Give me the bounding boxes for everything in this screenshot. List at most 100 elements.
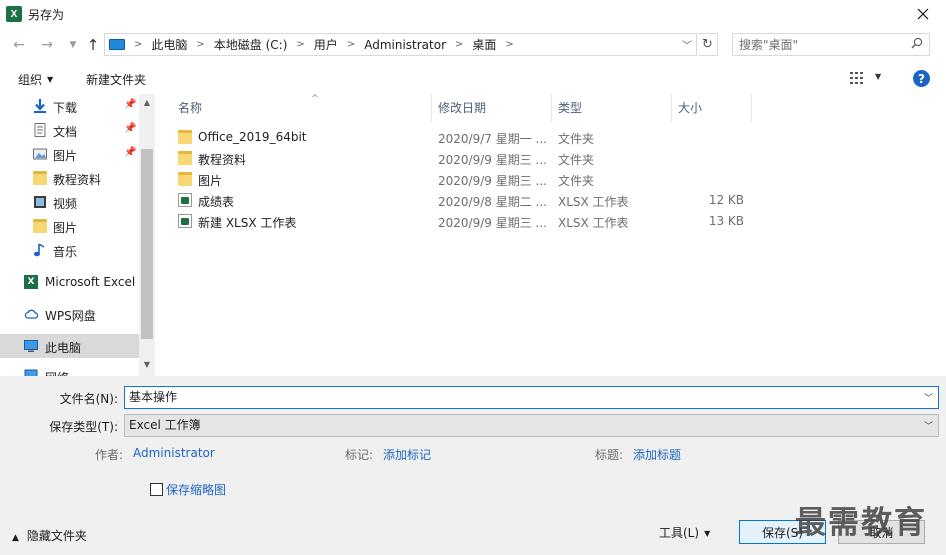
author-label: 作者: xyxy=(95,448,124,462)
file-type: 文件夹 xyxy=(558,174,595,188)
breadcrumb-item[interactable]: 桌面 xyxy=(472,36,496,53)
file-name: 教程资料 xyxy=(198,153,247,167)
view-options-icon[interactable] xyxy=(850,72,866,84)
tags-label: 标记: xyxy=(345,448,374,462)
scroll-down-icon[interactable]: ▼ xyxy=(139,360,155,369)
hide-folders-label: 隐藏文件夹 xyxy=(26,529,87,543)
folder-icon xyxy=(178,151,192,165)
sidebar-item-wps-cloud[interactable]: WPS网盘 xyxy=(0,302,139,326)
breadcrumb-item[interactable]: 此电脑 xyxy=(151,36,187,53)
cloud-icon xyxy=(24,309,38,319)
close-icon xyxy=(917,8,929,20)
organize-button[interactable]: 组织 ▼ xyxy=(18,71,53,88)
back-button[interactable]: ← xyxy=(10,36,28,54)
up-button[interactable]: ↑ xyxy=(84,36,102,54)
breadcrumb-item[interactable]: 本地磁盘 (C:) xyxy=(214,36,288,53)
breadcrumb-separator-icon[interactable]: > xyxy=(196,39,204,50)
caret-down-icon[interactable]: ▼ xyxy=(875,72,881,81)
breadcrumb-item[interactable]: 用户 xyxy=(314,36,338,53)
breadcrumb-separator-icon[interactable]: > xyxy=(347,39,355,50)
breadcrumb-separator-icon[interactable]: > xyxy=(296,39,304,50)
sidebar-item-label: 此电脑 xyxy=(45,341,82,355)
sidebar-item-label: WPS网盘 xyxy=(45,309,96,323)
column-header-size[interactable]: 大小 xyxy=(672,94,752,122)
sidebar-item-documents[interactable]: 文档 📌 xyxy=(0,118,139,142)
sidebar-item-label: 音乐 xyxy=(53,245,78,259)
address-bar[interactable]: > 此电脑 > 本地磁盘 (C:) > 用户 > Administrator >… xyxy=(104,33,697,56)
save-thumbnail-label[interactable]: 保存缩略图 xyxy=(166,481,226,498)
sidebar-item-pictures-folder[interactable]: 图片 xyxy=(0,214,139,238)
filename-value: 基本操作 xyxy=(129,390,178,404)
column-header-name[interactable]: 名称 ^ xyxy=(172,94,432,122)
file-date: 2020/9/9 星期三 ... xyxy=(438,174,547,188)
sidebar-item-videos[interactable]: 视频 xyxy=(0,190,139,214)
scroll-up-icon[interactable]: ▲ xyxy=(139,98,155,107)
file-type: XLSX 工作表 xyxy=(558,216,629,230)
recent-locations-button[interactable]: ▼ xyxy=(64,36,82,54)
sidebar-item-downloads[interactable]: 下载 📌 xyxy=(0,94,139,118)
window-title: 另存为 xyxy=(28,8,65,22)
file-row[interactable]: 新建 XLSX 工作表 2020/9/9 星期三 ... XLSX 工作表 13… xyxy=(172,211,752,232)
file-row[interactable]: 教程资料 2020/9/9 星期三 ... 文件夹 xyxy=(172,148,752,169)
new-folder-button[interactable]: 新建文件夹 xyxy=(86,71,146,88)
excel-icon: X xyxy=(24,275,38,289)
column-header-date[interactable]: 修改日期 xyxy=(432,94,552,122)
chevron-down-icon[interactable]: ﹀ xyxy=(924,389,933,410)
excel-icon: X xyxy=(6,6,22,22)
hide-folders-button[interactable]: ▲ 隐藏文件夹 xyxy=(12,527,87,544)
tools-button[interactable]: 工具(L) ▼ xyxy=(659,524,710,541)
breadcrumb-separator-icon[interactable]: > xyxy=(455,39,463,50)
sidebar-item-excel[interactable]: X Microsoft Excel xyxy=(0,270,139,294)
file-date: 2020/9/9 星期三 ... xyxy=(438,216,547,230)
file-name: 新建 XLSX 工作表 xyxy=(198,216,297,230)
file-type: XLSX 工作表 xyxy=(558,195,629,209)
sidebar-item-label: 视频 xyxy=(53,197,78,211)
sidebar-item-label: 文档 xyxy=(53,125,78,139)
file-type: 文件夹 xyxy=(558,153,595,167)
computer-icon xyxy=(24,340,38,352)
tags-value[interactable]: 添加标记 xyxy=(383,446,431,463)
filename-input[interactable]: 基本操作 ﹀ xyxy=(124,386,939,409)
sidebar-item-tutorials[interactable]: 教程资料 xyxy=(0,166,139,190)
file-list: 名称 ^ 修改日期 类型 大小 Office_2019_64bit 2020/9… xyxy=(158,94,946,376)
file-row[interactable]: 图片 2020/9/9 星期三 ... 文件夹 xyxy=(172,169,752,190)
sidebar-item-label: 网络 xyxy=(45,369,69,376)
search-placeholder: 搜索"桌面" xyxy=(739,38,799,52)
chevron-down-icon: ﹀ xyxy=(923,422,933,432)
refresh-button[interactable]: ↻ xyxy=(698,33,718,56)
navigation-bar: ← → ▼ ↑ > 此电脑 > 本地磁盘 (C:) > 用户 > Adminis… xyxy=(0,28,946,62)
pin-icon[interactable]: 📌 xyxy=(124,147,136,158)
scrollbar-thumb[interactable] xyxy=(141,149,153,339)
sidebar-item-music[interactable]: 音乐 xyxy=(0,238,139,262)
search-input[interactable]: 搜索"桌面" xyxy=(732,33,930,56)
file-size: 13 KB xyxy=(708,214,744,228)
sidebar-item-network[interactable]: 网络 xyxy=(0,364,139,376)
chevron-down-icon[interactable]: ﹀ xyxy=(682,37,692,52)
title-label: 标题: xyxy=(595,448,624,462)
column-header-type[interactable]: 类型 xyxy=(552,94,672,122)
forward-button[interactable]: → xyxy=(38,36,56,54)
sidebar-item-this-pc[interactable]: 此电脑 xyxy=(0,334,139,358)
author-value[interactable]: Administrator xyxy=(133,446,215,460)
file-name: 图片 xyxy=(198,174,223,188)
sidebar-item-pictures[interactable]: 图片 📌 xyxy=(0,142,139,166)
filetype-select[interactable]: Excel 工作簿 ﹀ xyxy=(124,414,939,437)
title-value[interactable]: 添加标题 xyxy=(633,446,681,463)
close-button[interactable] xyxy=(900,0,946,28)
chevron-down-icon: ▼ xyxy=(69,40,77,50)
save-thumbnail-checkbox[interactable] xyxy=(150,483,163,496)
breadcrumb-item[interactable]: Administrator xyxy=(364,38,446,52)
file-row[interactable]: 成绩表 2020/9/8 星期二 ... XLSX 工作表 12 KB xyxy=(172,190,752,211)
file-date: 2020/9/9 星期三 ... xyxy=(438,153,547,167)
help-icon[interactable]: ? xyxy=(913,70,930,87)
filename-label: 文件名(N): xyxy=(59,392,118,406)
sidebar-item-label: 教程资料 xyxy=(53,173,102,187)
filetype-label: 保存类型(T): xyxy=(49,420,118,434)
folder-icon xyxy=(33,171,47,185)
breadcrumb-separator-icon[interactable]: > xyxy=(505,39,513,50)
file-row[interactable]: Office_2019_64bit 2020/9/7 星期一 ... 文件夹 xyxy=(172,127,752,148)
navigation-scrollbar[interactable]: ▲ ▼ xyxy=(139,94,155,376)
video-icon xyxy=(34,196,46,208)
pin-icon[interactable]: 📌 xyxy=(124,99,136,110)
pin-icon[interactable]: 📌 xyxy=(124,123,136,134)
